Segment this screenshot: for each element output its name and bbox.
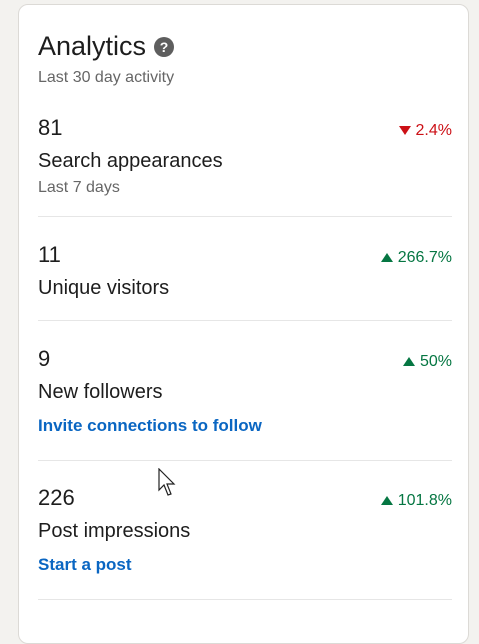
divider [38, 599, 452, 600]
divider [38, 460, 452, 461]
metric-top: 11 266.7% [38, 242, 452, 268]
change-value: 2.4% [415, 121, 452, 139]
down-arrow-icon [398, 126, 411, 135]
metric-label: Search appearances [38, 150, 223, 172]
metric-label: Post impressions [38, 520, 191, 542]
subtitle: Last 30 day activity [38, 69, 175, 86]
metric-change: 266.7% [380, 248, 452, 267]
metric-search-appearances[interactable]: 81 2.4% Search appearances Last 7 days [38, 115, 452, 197]
up-arrow-icon [380, 253, 393, 262]
divider [38, 216, 452, 217]
metric-top: 81 2.4% [38, 115, 452, 141]
divider [38, 320, 452, 321]
metric-change: 101.8% [380, 491, 452, 510]
metric-unique-visitors[interactable]: 11 266.7% Unique visitors [38, 242, 452, 300]
metric-post-impressions[interactable]: 226 101.8% Post impressions Start a post [38, 485, 452, 575]
metric-new-followers[interactable]: 9 50% New followers Invite connections t… [38, 346, 452, 436]
title-row: Analytics ? [38, 29, 175, 63]
metric-value: 81 [38, 115, 63, 140]
analytics-card: Analytics ? Last 30 day activity 81 2.4%… [18, 4, 469, 644]
metric-top: 9 50% [38, 346, 452, 372]
mouse-pointer-icon [158, 468, 176, 496]
change-value: 50% [419, 352, 452, 370]
metric-label: Unique visitors [38, 277, 170, 299]
metric-value: 11 [38, 242, 61, 267]
up-arrow-icon [402, 357, 415, 366]
up-arrow-icon [380, 496, 393, 505]
metric-change: 2.4% [398, 121, 452, 140]
metric-value: 9 [38, 346, 51, 371]
metric-change: 50% [402, 352, 452, 371]
metric-meta: Last 7 days [38, 179, 120, 196]
metric-top: 226 101.8% [38, 485, 452, 511]
change-value: 266.7% [397, 248, 452, 266]
page-title: Analytics [38, 31, 147, 61]
help-icon[interactable]: ? [154, 36, 175, 57]
invite-connections-link[interactable]: Invite connections to follow [38, 416, 262, 436]
metric-label: New followers [38, 381, 163, 403]
analytics-header: Analytics ? Last 30 day activity [38, 29, 174, 87]
metric-value: 226 [38, 485, 75, 510]
start-post-link[interactable]: Start a post [38, 555, 132, 575]
change-value: 101.8% [397, 491, 452, 509]
